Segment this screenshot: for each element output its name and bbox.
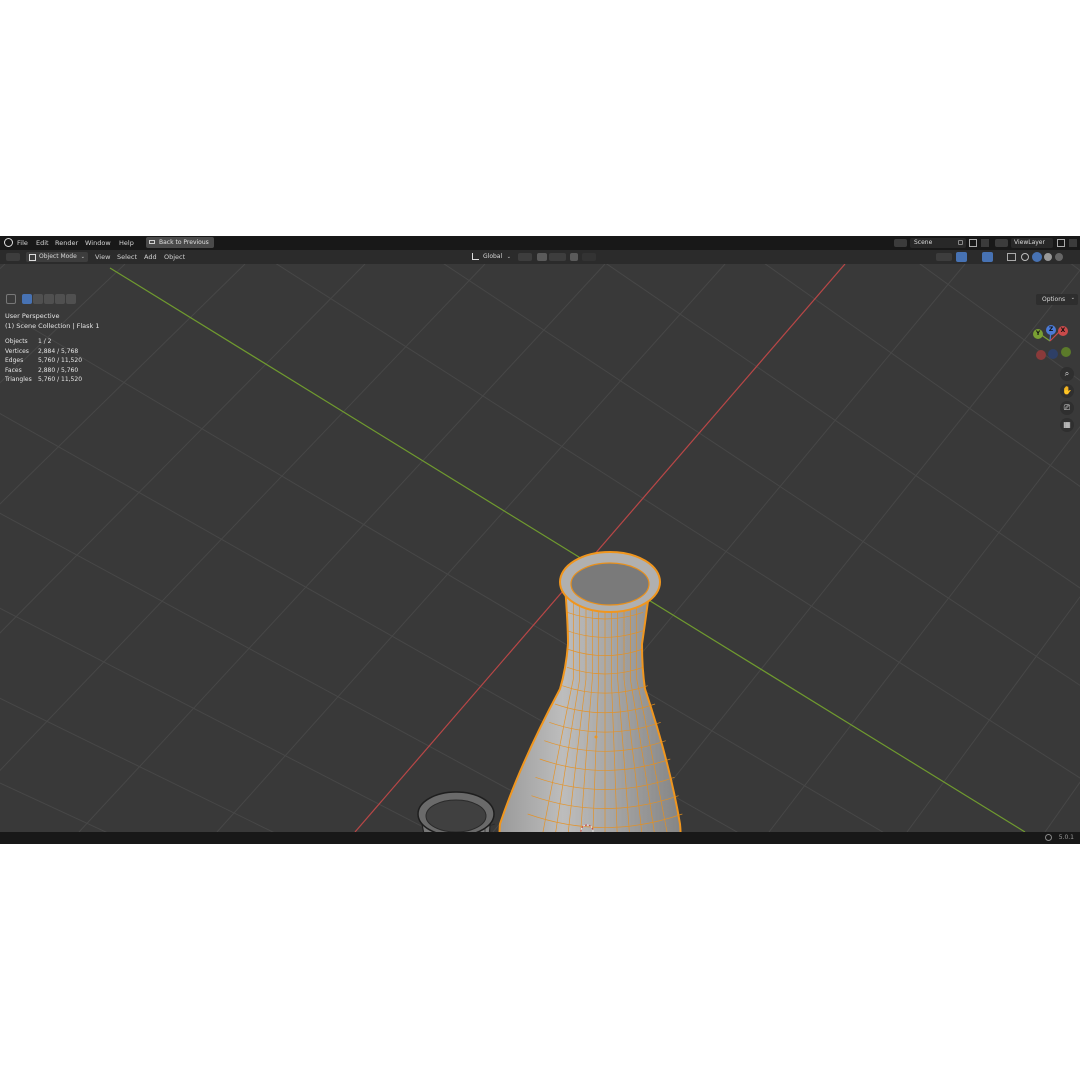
rendered-shading-icon[interactable] (1055, 253, 1063, 261)
orientation-label: Global (483, 253, 503, 260)
select-new-icon[interactable] (22, 294, 32, 304)
new-view-layer-icon[interactable] (1057, 239, 1065, 247)
new-scene-icon[interactable] (969, 239, 977, 247)
3d-viewport[interactable]: User Perspective (1) Scene Collection | … (0, 264, 1080, 832)
blender-window: File Edit Render Window Help Back to Pre… (0, 236, 1080, 844)
menu-help[interactable]: Help (119, 239, 134, 247)
options-dropdown[interactable]: Options ⌄ (1036, 294, 1078, 305)
select-subtract-icon[interactable] (44, 294, 54, 304)
gizmo-z-axis[interactable]: Z (1046, 325, 1056, 335)
stat-value: 2,880 / 5,760 (38, 367, 79, 374)
snap-icon[interactable] (537, 253, 547, 261)
gizmo-x-axis[interactable]: X (1058, 326, 1068, 336)
scene-name-field[interactable]: Scene (910, 238, 966, 248)
mode-selector[interactable]: Object Mode ⌄ (26, 252, 88, 262)
stat-value: 5,760 / 11,520 (38, 357, 83, 364)
shading-menu-icon[interactable] (1066, 253, 1074, 261)
gizmo-neg-x[interactable] (1036, 350, 1046, 360)
delete-scene-icon[interactable] (981, 239, 989, 247)
back-to-previous-label: Back to Previous (159, 239, 209, 246)
object-mode-icon (29, 254, 36, 261)
view-layer-name: ViewLayer (1014, 239, 1045, 246)
version-label: 5.0.1 (1058, 834, 1074, 841)
back-to-previous-button[interactable]: Back to Previous (146, 237, 214, 248)
menu-file[interactable]: File (17, 239, 28, 247)
gizmo-neg-z[interactable] (1048, 349, 1058, 359)
scene-name: Scene (914, 239, 933, 246)
flask-1-mesh-selected (498, 551, 683, 832)
transform-orientation[interactable]: Global ⌄ (470, 252, 512, 262)
gizmo-menu-icon[interactable] (968, 253, 976, 261)
menu-object[interactable]: Object (164, 253, 185, 261)
perspective-grid-icon[interactable]: ▦ (1060, 418, 1074, 432)
menu-render[interactable]: Render (55, 239, 78, 247)
solid-shading-icon[interactable] (1032, 252, 1042, 262)
xray-icon[interactable] (1007, 253, 1016, 261)
menu-window[interactable]: Window (85, 239, 111, 247)
wireframe-shading-icon[interactable] (1021, 253, 1029, 261)
stat-label: Triangles (5, 376, 32, 383)
menu-view[interactable]: View (95, 253, 110, 261)
gizmo-toggle-icon[interactable] (956, 252, 967, 262)
stat-label: Objects (5, 338, 28, 345)
scene-selector-icon[interactable] (894, 239, 907, 247)
view-layer-selector-icon[interactable] (995, 239, 1008, 247)
options-label: Options (1042, 296, 1066, 303)
stat-value: 1 / 2 (38, 338, 52, 345)
blender-logo-icon[interactable] (4, 238, 13, 247)
pin-icon[interactable] (958, 240, 963, 245)
overlay-menu-icon[interactable] (994, 253, 1002, 261)
select-intersect-icon[interactable] (66, 294, 76, 304)
stat-value: 5,760 / 11,520 (38, 376, 83, 383)
stat-label: Vertices (5, 348, 29, 355)
perspective-label: User Perspective (5, 312, 60, 320)
stat-label: Faces (5, 367, 22, 374)
orientation-icon (472, 253, 479, 260)
pan-hand-icon[interactable]: ✋ (1060, 384, 1074, 398)
overlay-toggle-icon[interactable] (982, 252, 993, 262)
remove-view-layer-icon[interactable] (1069, 239, 1077, 247)
snap-target-icon[interactable] (549, 253, 566, 261)
stat-value: 2,884 / 5,768 (38, 348, 79, 355)
menu-select[interactable]: Select (117, 253, 137, 261)
viewport-header: Object Mode ⌄ View Select Add Object Glo… (0, 250, 1080, 264)
globe-icon (1045, 834, 1052, 841)
visibility-icon[interactable] (936, 253, 952, 261)
editor-type-icon[interactable] (6, 253, 20, 261)
menu-add[interactable]: Add (144, 253, 157, 261)
falloff-icon[interactable] (582, 253, 596, 261)
select-invert-icon[interactable] (55, 294, 65, 304)
screen-icon (149, 240, 155, 244)
collection-label: (1) Scene Collection | Flask 1 (5, 322, 100, 330)
view-layer-field[interactable]: ViewLayer (1011, 238, 1053, 248)
gizmo-y-axis[interactable]: Y (1033, 329, 1043, 339)
menu-edit[interactable]: Edit (36, 239, 49, 247)
viewport-scene[interactable] (0, 264, 1080, 832)
gizmo-neg-y[interactable] (1061, 347, 1071, 357)
proportional-edit-icon[interactable] (570, 253, 578, 261)
material-shading-icon[interactable] (1044, 253, 1052, 261)
stat-label: Edges (5, 357, 24, 364)
chevron-down-icon: ⌄ (506, 254, 511, 260)
pivot-point-icon[interactable] (518, 253, 532, 261)
chevron-down-icon: ⌄ (1070, 295, 1075, 301)
zoom-icon[interactable]: ⌕ (1060, 367, 1074, 381)
status-bar: 5.0.1 (0, 832, 1080, 844)
top-bar: File Edit Render Window Help Back to Pre… (0, 236, 1080, 250)
tool-menu-icon[interactable] (6, 294, 16, 304)
select-extend-icon[interactable] (33, 294, 43, 304)
camera-view-icon[interactable]: ⎚ (1060, 401, 1074, 415)
chevron-down-icon: ⌄ (80, 254, 85, 260)
mode-label: Object Mode (39, 253, 77, 260)
